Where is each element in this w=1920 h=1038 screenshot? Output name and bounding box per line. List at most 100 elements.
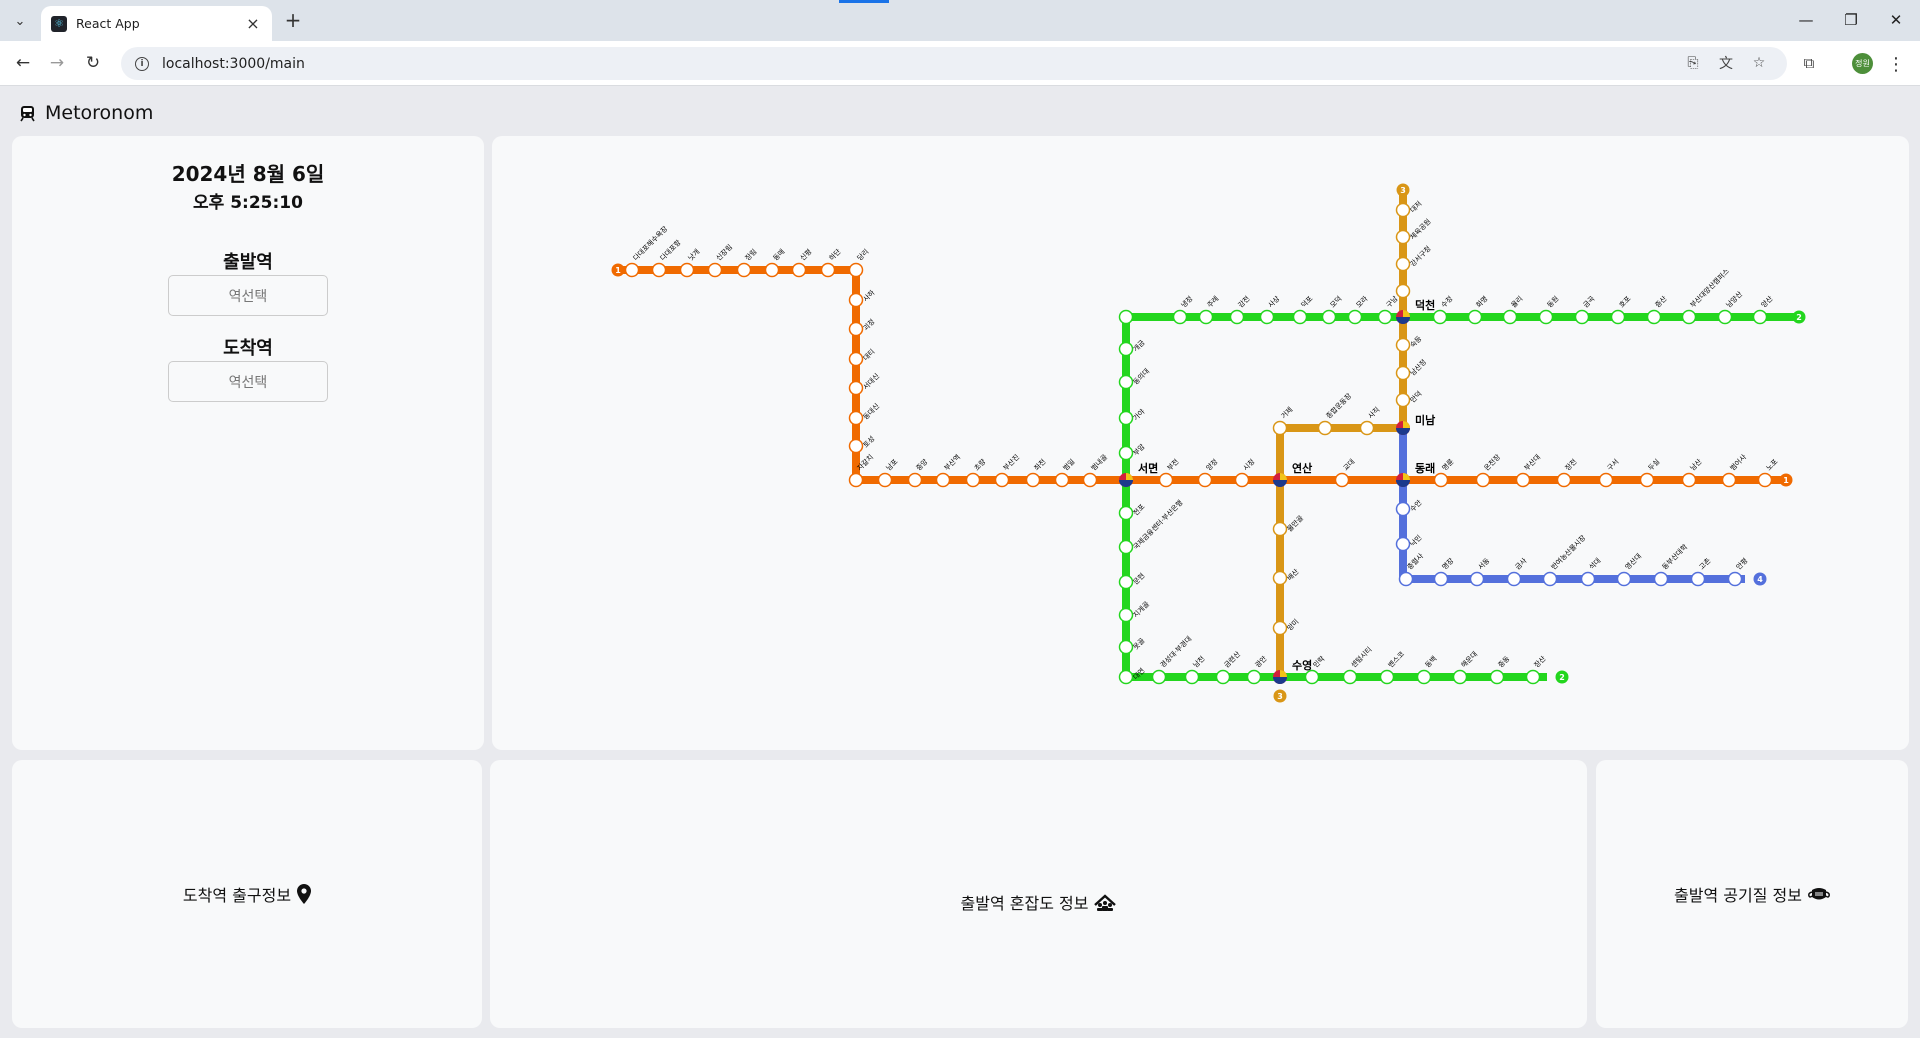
station-node[interactable] [965, 472, 981, 488]
station-node[interactable] [1292, 309, 1308, 325]
transfer-station[interactable] [1396, 421, 1410, 435]
close-window-icon[interactable]: ✕ [1881, 8, 1911, 32]
transfer-station[interactable] [1396, 310, 1410, 324]
transfer-station[interactable] [1273, 473, 1287, 487]
station-node[interactable] [1502, 309, 1518, 325]
station-node[interactable] [1757, 472, 1773, 488]
back-arrow-icon[interactable]: ← [10, 51, 36, 75]
station-node[interactable] [1118, 539, 1134, 555]
station-node[interactable] [848, 262, 864, 278]
station-node[interactable] [820, 262, 836, 278]
station-node[interactable] [1646, 309, 1662, 325]
station-node[interactable] [1118, 374, 1134, 390]
site-info-icon[interactable]: i [135, 56, 149, 71]
station-node[interactable] [1598, 472, 1614, 488]
station-node[interactable] [1172, 309, 1188, 325]
station-node[interactable] [1321, 309, 1337, 325]
station-node[interactable] [1616, 571, 1632, 587]
address-bar[interactable]: i localhost:3000/main [121, 47, 1787, 80]
tab-list-chevron-icon[interactable]: ⌄ [8, 10, 32, 32]
station-node[interactable] [679, 262, 695, 278]
transfer-station[interactable] [1273, 670, 1287, 684]
station-node[interactable] [1379, 669, 1395, 685]
station-node[interactable] [1538, 309, 1554, 325]
station-node[interactable] [1118, 607, 1134, 623]
station-node[interactable] [848, 438, 864, 454]
station-node[interactable] [1272, 420, 1288, 436]
station-node[interactable] [1118, 574, 1134, 590]
station-node[interactable] [1272, 570, 1288, 586]
station-node[interactable] [1118, 410, 1134, 426]
bookmark-star-icon[interactable]: ☆ [1747, 50, 1771, 76]
station-node[interactable] [877, 472, 893, 488]
station-node[interactable] [1304, 669, 1320, 685]
arrival-select[interactable]: 역선택 [168, 361, 328, 402]
station-node[interactable] [1184, 669, 1200, 685]
station-node[interactable] [1259, 309, 1275, 325]
station-node[interactable] [1433, 571, 1449, 587]
station-node[interactable] [651, 262, 667, 278]
transfer-station[interactable] [1396, 473, 1410, 487]
browser-menu-icon[interactable]: ⋮ [1886, 51, 1906, 77]
station-node[interactable] [1681, 309, 1697, 325]
station-node[interactable] [707, 262, 723, 278]
station-node[interactable] [1395, 501, 1411, 517]
transfer-station[interactable] [1119, 473, 1133, 487]
station-node[interactable] [1198, 309, 1214, 325]
station-node[interactable] [791, 262, 807, 278]
station-node[interactable] [1395, 337, 1411, 353]
station-node[interactable] [1681, 472, 1697, 488]
station-node[interactable] [1467, 309, 1483, 325]
station-node[interactable] [848, 472, 864, 488]
station-node[interactable] [1721, 472, 1737, 488]
station-node[interactable] [994, 472, 1010, 488]
station-node[interactable] [1342, 669, 1358, 685]
station-node[interactable] [1246, 669, 1262, 685]
station-node[interactable] [1433, 472, 1449, 488]
station-node[interactable] [1272, 620, 1288, 636]
station-node[interactable] [1054, 472, 1070, 488]
station-node[interactable] [1580, 571, 1596, 587]
station-node[interactable] [1639, 472, 1655, 488]
station-node[interactable] [1395, 392, 1411, 408]
station-node[interactable] [1334, 472, 1350, 488]
station-node[interactable] [1416, 669, 1432, 685]
station-node[interactable] [1272, 521, 1288, 537]
station-node[interactable] [1690, 571, 1706, 587]
station-node[interactable] [1347, 309, 1363, 325]
station-node[interactable] [1653, 571, 1669, 587]
station-node[interactable] [1118, 505, 1134, 521]
station-node[interactable] [1118, 309, 1134, 325]
url-text[interactable]: localhost:3000/main [162, 56, 305, 72]
extensions-icon[interactable]: ⧉ [1797, 50, 1821, 76]
station-node[interactable] [848, 380, 864, 396]
station-node[interactable] [935, 472, 951, 488]
station-node[interactable] [1082, 472, 1098, 488]
tab-close-icon[interactable]: × [244, 14, 262, 33]
station-node[interactable] [1118, 445, 1134, 461]
station-node[interactable] [1234, 472, 1250, 488]
station-node[interactable] [1752, 309, 1768, 325]
station-node[interactable] [1398, 571, 1414, 587]
station-node[interactable] [1506, 571, 1522, 587]
station-node[interactable] [1542, 571, 1558, 587]
install-app-icon[interactable]: ⎘ [1681, 50, 1705, 76]
station-node[interactable] [624, 262, 640, 278]
station-node[interactable] [907, 472, 923, 488]
station-node[interactable] [764, 262, 780, 278]
station-node[interactable] [1359, 420, 1375, 436]
station-node[interactable] [1717, 309, 1733, 325]
station-node[interactable] [1395, 256, 1411, 272]
station-node[interactable] [1727, 571, 1743, 587]
minimize-icon[interactable]: — [1791, 8, 1821, 32]
station-node[interactable] [1395, 283, 1411, 299]
station-node[interactable] [1475, 472, 1491, 488]
station-node[interactable] [1515, 472, 1531, 488]
station-node[interactable] [1395, 365, 1411, 381]
station-node[interactable] [848, 410, 864, 426]
station-node[interactable] [848, 292, 864, 308]
station-node[interactable] [1525, 669, 1541, 685]
departure-select[interactable]: 역선택 [168, 275, 328, 316]
station-node[interactable] [1025, 472, 1041, 488]
station-node[interactable] [1118, 639, 1134, 655]
